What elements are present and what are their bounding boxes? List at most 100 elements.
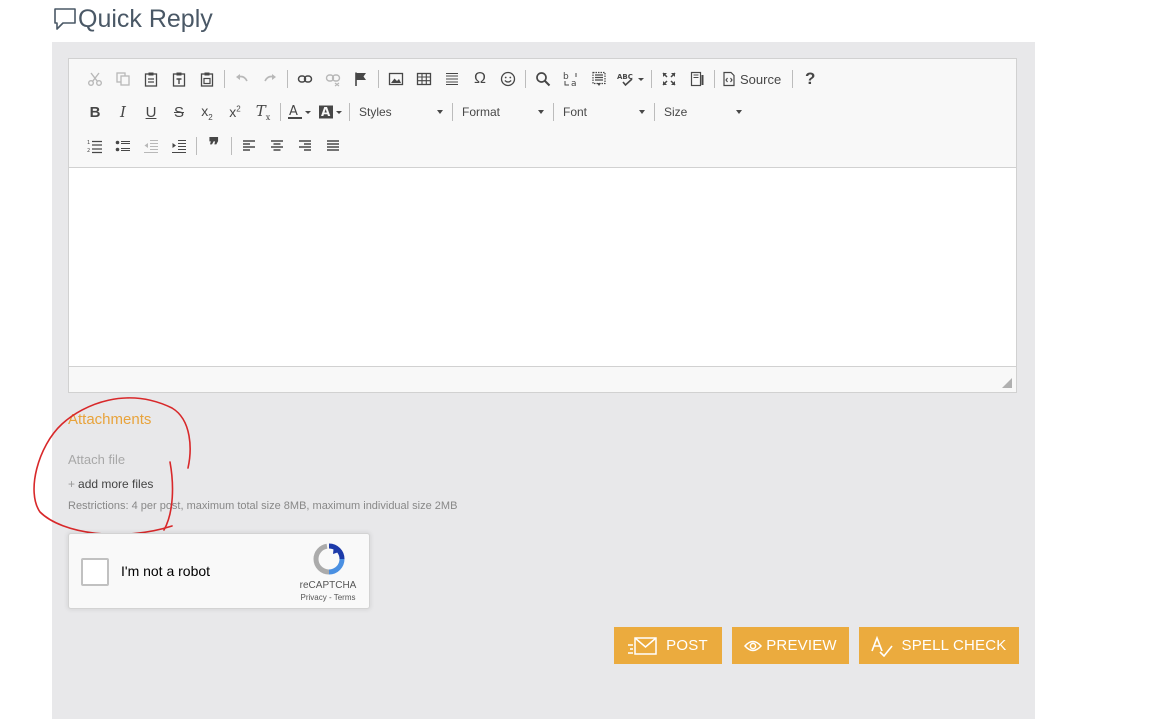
underline-icon: U — [145, 103, 157, 121]
align-left-button[interactable] — [235, 133, 263, 159]
outdent-button[interactable] — [137, 133, 165, 159]
toolbar-separator — [231, 137, 232, 155]
replace-button[interactable]: ba — [557, 66, 585, 92]
resize-grip-icon[interactable] — [1001, 377, 1013, 389]
svg-text:A: A — [289, 104, 298, 119]
smiley-button[interactable] — [494, 66, 522, 92]
maximize-icon — [662, 72, 676, 86]
preview-button[interactable]: PREVIEW — [732, 627, 849, 664]
svg-text:2: 2 — [87, 148, 90, 154]
svg-text:a: a — [571, 79, 577, 88]
redo-button[interactable] — [256, 66, 284, 92]
clipboard-icon — [144, 72, 158, 87]
underline-button[interactable]: U — [137, 99, 165, 125]
toolbar-separator — [452, 103, 453, 121]
table-button[interactable] — [410, 66, 438, 92]
bold-icon: B — [89, 103, 101, 121]
chevron-down-icon — [336, 110, 342, 114]
unlink-button[interactable] — [319, 66, 347, 92]
paste-text-button[interactable] — [165, 66, 193, 92]
spell-check-button[interactable]: SPELL CHECK — [859, 627, 1019, 664]
paste-button[interactable] — [137, 66, 165, 92]
link-button[interactable] — [291, 66, 319, 92]
bulleted-list-button[interactable] — [109, 133, 137, 159]
indent-button[interactable] — [165, 133, 193, 159]
remove-format-icon: Tx — [255, 102, 271, 122]
align-center-button[interactable] — [263, 133, 291, 159]
post-button[interactable]: POST — [614, 627, 722, 664]
align-right-button[interactable] — [291, 133, 319, 159]
show-blocks-button[interactable] — [683, 66, 711, 92]
select-all-button[interactable] — [585, 66, 613, 92]
source-icon — [723, 71, 735, 87]
toolbar-separator — [714, 70, 715, 88]
superscript-button[interactable]: x2 — [221, 99, 249, 125]
attachment-restrictions: Restrictions: 4 per post, maximum total … — [68, 500, 458, 512]
blockquote-button[interactable]: ❞ — [200, 133, 228, 159]
toolbar-row-2: B I U S x2 x2 Tx A A Styles Format Font … — [81, 99, 748, 125]
preview-label: PREVIEW — [766, 637, 837, 654]
numbered-list-button[interactable]: 12 — [81, 133, 109, 159]
spell-check-icon — [871, 635, 894, 657]
subscript-icon: x2 — [201, 102, 213, 122]
cut-button[interactable] — [81, 66, 109, 92]
show-blocks-icon — [690, 71, 704, 87]
toolbar-separator — [287, 70, 288, 88]
italic-button[interactable]: I — [109, 99, 137, 125]
align-right-icon — [299, 140, 311, 151]
strikethrough-button[interactable]: S — [165, 99, 193, 125]
special-char-button[interactable]: Ω — [466, 66, 494, 92]
recaptcha-links[interactable]: Privacy - Terms — [293, 593, 363, 602]
bulleted-list-icon — [115, 140, 130, 152]
recaptcha-checkbox[interactable] — [81, 558, 109, 586]
source-button[interactable]: Source — [718, 66, 789, 92]
page-title: Quick Reply — [78, 4, 213, 33]
background-color-button[interactable]: A — [315, 99, 346, 125]
add-more-files-link[interactable]: + add more files — [68, 477, 153, 491]
undo-button[interactable] — [228, 66, 256, 92]
unlink-icon — [325, 74, 341, 87]
bold-button[interactable]: B — [81, 99, 109, 125]
replace-icon: ba — [563, 72, 577, 88]
spellcheck-abc-icon: ABC — [617, 73, 633, 87]
remove-format-button[interactable]: Tx — [249, 99, 277, 125]
paste-word-button[interactable] — [193, 66, 221, 92]
attach-file-label[interactable]: Attach file — [68, 452, 125, 467]
strikethrough-icon: S — [173, 103, 184, 121]
svg-text:A: A — [321, 105, 331, 119]
format-combo[interactable]: Format — [456, 101, 550, 123]
spellcheck-as-you-type-button[interactable]: ABC — [613, 66, 648, 92]
maximize-button[interactable] — [655, 66, 683, 92]
send-icon — [628, 636, 657, 655]
toolbar-separator — [553, 103, 554, 121]
copy-button[interactable] — [109, 66, 137, 92]
subscript-button[interactable]: x2 — [193, 99, 221, 125]
source-label: Source — [740, 71, 782, 87]
format-combo-label: Format — [462, 105, 501, 119]
text-color-icon: A — [288, 104, 302, 119]
horizontal-rule-button[interactable] — [438, 66, 466, 92]
add-more-files-label: add more files — [78, 477, 154, 491]
post-label: POST — [666, 637, 708, 654]
find-button[interactable] — [529, 66, 557, 92]
text-color-button[interactable]: A — [284, 99, 315, 125]
toolbar-separator — [525, 70, 526, 88]
background-color-icon: A — [319, 105, 333, 119]
justify-button[interactable] — [319, 133, 347, 159]
font-combo[interactable]: Font — [557, 101, 651, 123]
size-combo[interactable]: Size — [658, 101, 748, 123]
toolbar-separator — [349, 103, 350, 121]
editor-content-area[interactable] — [69, 167, 1016, 367]
help-button[interactable]: ? — [796, 66, 824, 92]
help-icon: ? — [805, 69, 816, 88]
align-center-icon — [271, 140, 283, 151]
svg-text:1: 1 — [87, 140, 90, 146]
styles-combo[interactable]: Styles — [353, 101, 449, 123]
recaptcha-label: I'm not a robot — [121, 563, 211, 579]
image-icon — [388, 72, 404, 86]
size-combo-label: Size — [664, 105, 688, 119]
image-button[interactable] — [382, 66, 410, 92]
spell-check-label: SPELL CHECK — [901, 637, 1007, 654]
anchor-button[interactable] — [347, 66, 375, 92]
select-all-icon — [592, 71, 606, 86]
